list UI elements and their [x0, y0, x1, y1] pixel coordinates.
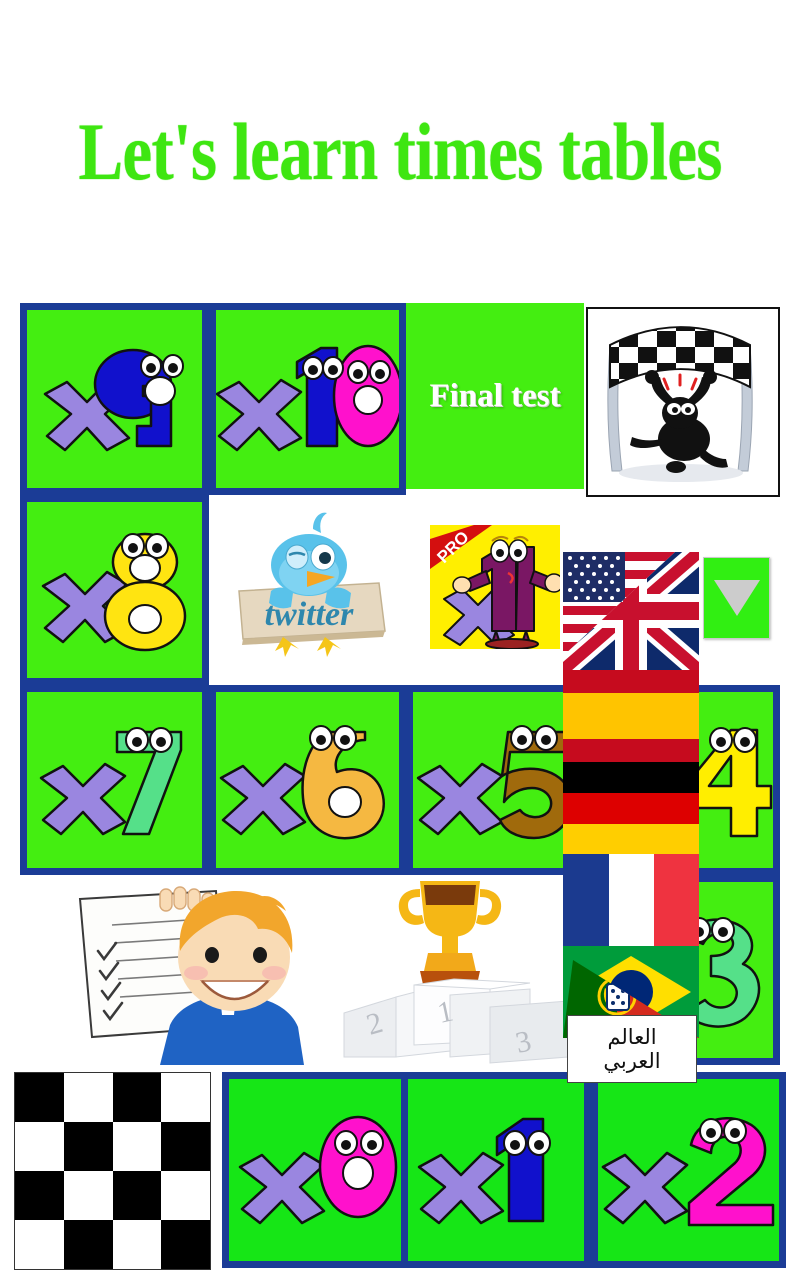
checkerboard-image[interactable] [14, 1072, 211, 1270]
flag-spain[interactable] [563, 670, 699, 762]
tile-times-6[interactable] [209, 685, 406, 875]
tile-times-7[interactable] [20, 685, 209, 875]
tile-times-8[interactable] [20, 495, 209, 685]
times-0-glyph [229, 1079, 405, 1261]
flag-arab-world[interactable]: العالم العربي [567, 1015, 697, 1083]
twitter-label: twitter [265, 596, 355, 633]
app-screen: Let's learn times tables Final test twit… [0, 0, 800, 1280]
tile-times-1[interactable] [401, 1072, 591, 1268]
arabic-line-2: العربي [603, 1049, 661, 1073]
times-2-glyph [598, 1079, 779, 1261]
times-1-glyph [408, 1079, 584, 1261]
final-test-label: Final test [429, 377, 561, 414]
tile-times-10[interactable] [209, 303, 406, 495]
times-7-glyph [27, 692, 202, 868]
times-6-glyph [216, 692, 399, 868]
tile-pro-app[interactable]: PRO [406, 495, 584, 679]
language-selector[interactable] [563, 552, 699, 1052]
times-8-glyph [27, 502, 202, 678]
tile-test-paper[interactable] [20, 875, 340, 1065]
tile-times-9[interactable] [20, 303, 209, 495]
arabic-line-1: العالم [607, 1024, 657, 1049]
times-9-glyph [27, 310, 202, 488]
tile-times-0[interactable] [222, 1072, 412, 1268]
flag-germany[interactable] [563, 762, 699, 854]
tile-podium[interactable]: 2 1 3 [340, 875, 584, 1065]
tile-times-2[interactable] [591, 1072, 786, 1268]
times-10-glyph [216, 310, 399, 488]
finish-line-image[interactable] [586, 307, 780, 497]
tile-twitter[interactable]: twitter [209, 495, 406, 679]
flag-usa-uk[interactable] [563, 552, 699, 670]
flag-france[interactable] [563, 854, 699, 946]
triangle-down-icon [713, 580, 760, 616]
language-dropdown-toggle[interactable] [703, 557, 770, 639]
page-title: Let's learn times tables [78, 106, 722, 197]
tile-final-test[interactable]: Final test [406, 303, 584, 489]
